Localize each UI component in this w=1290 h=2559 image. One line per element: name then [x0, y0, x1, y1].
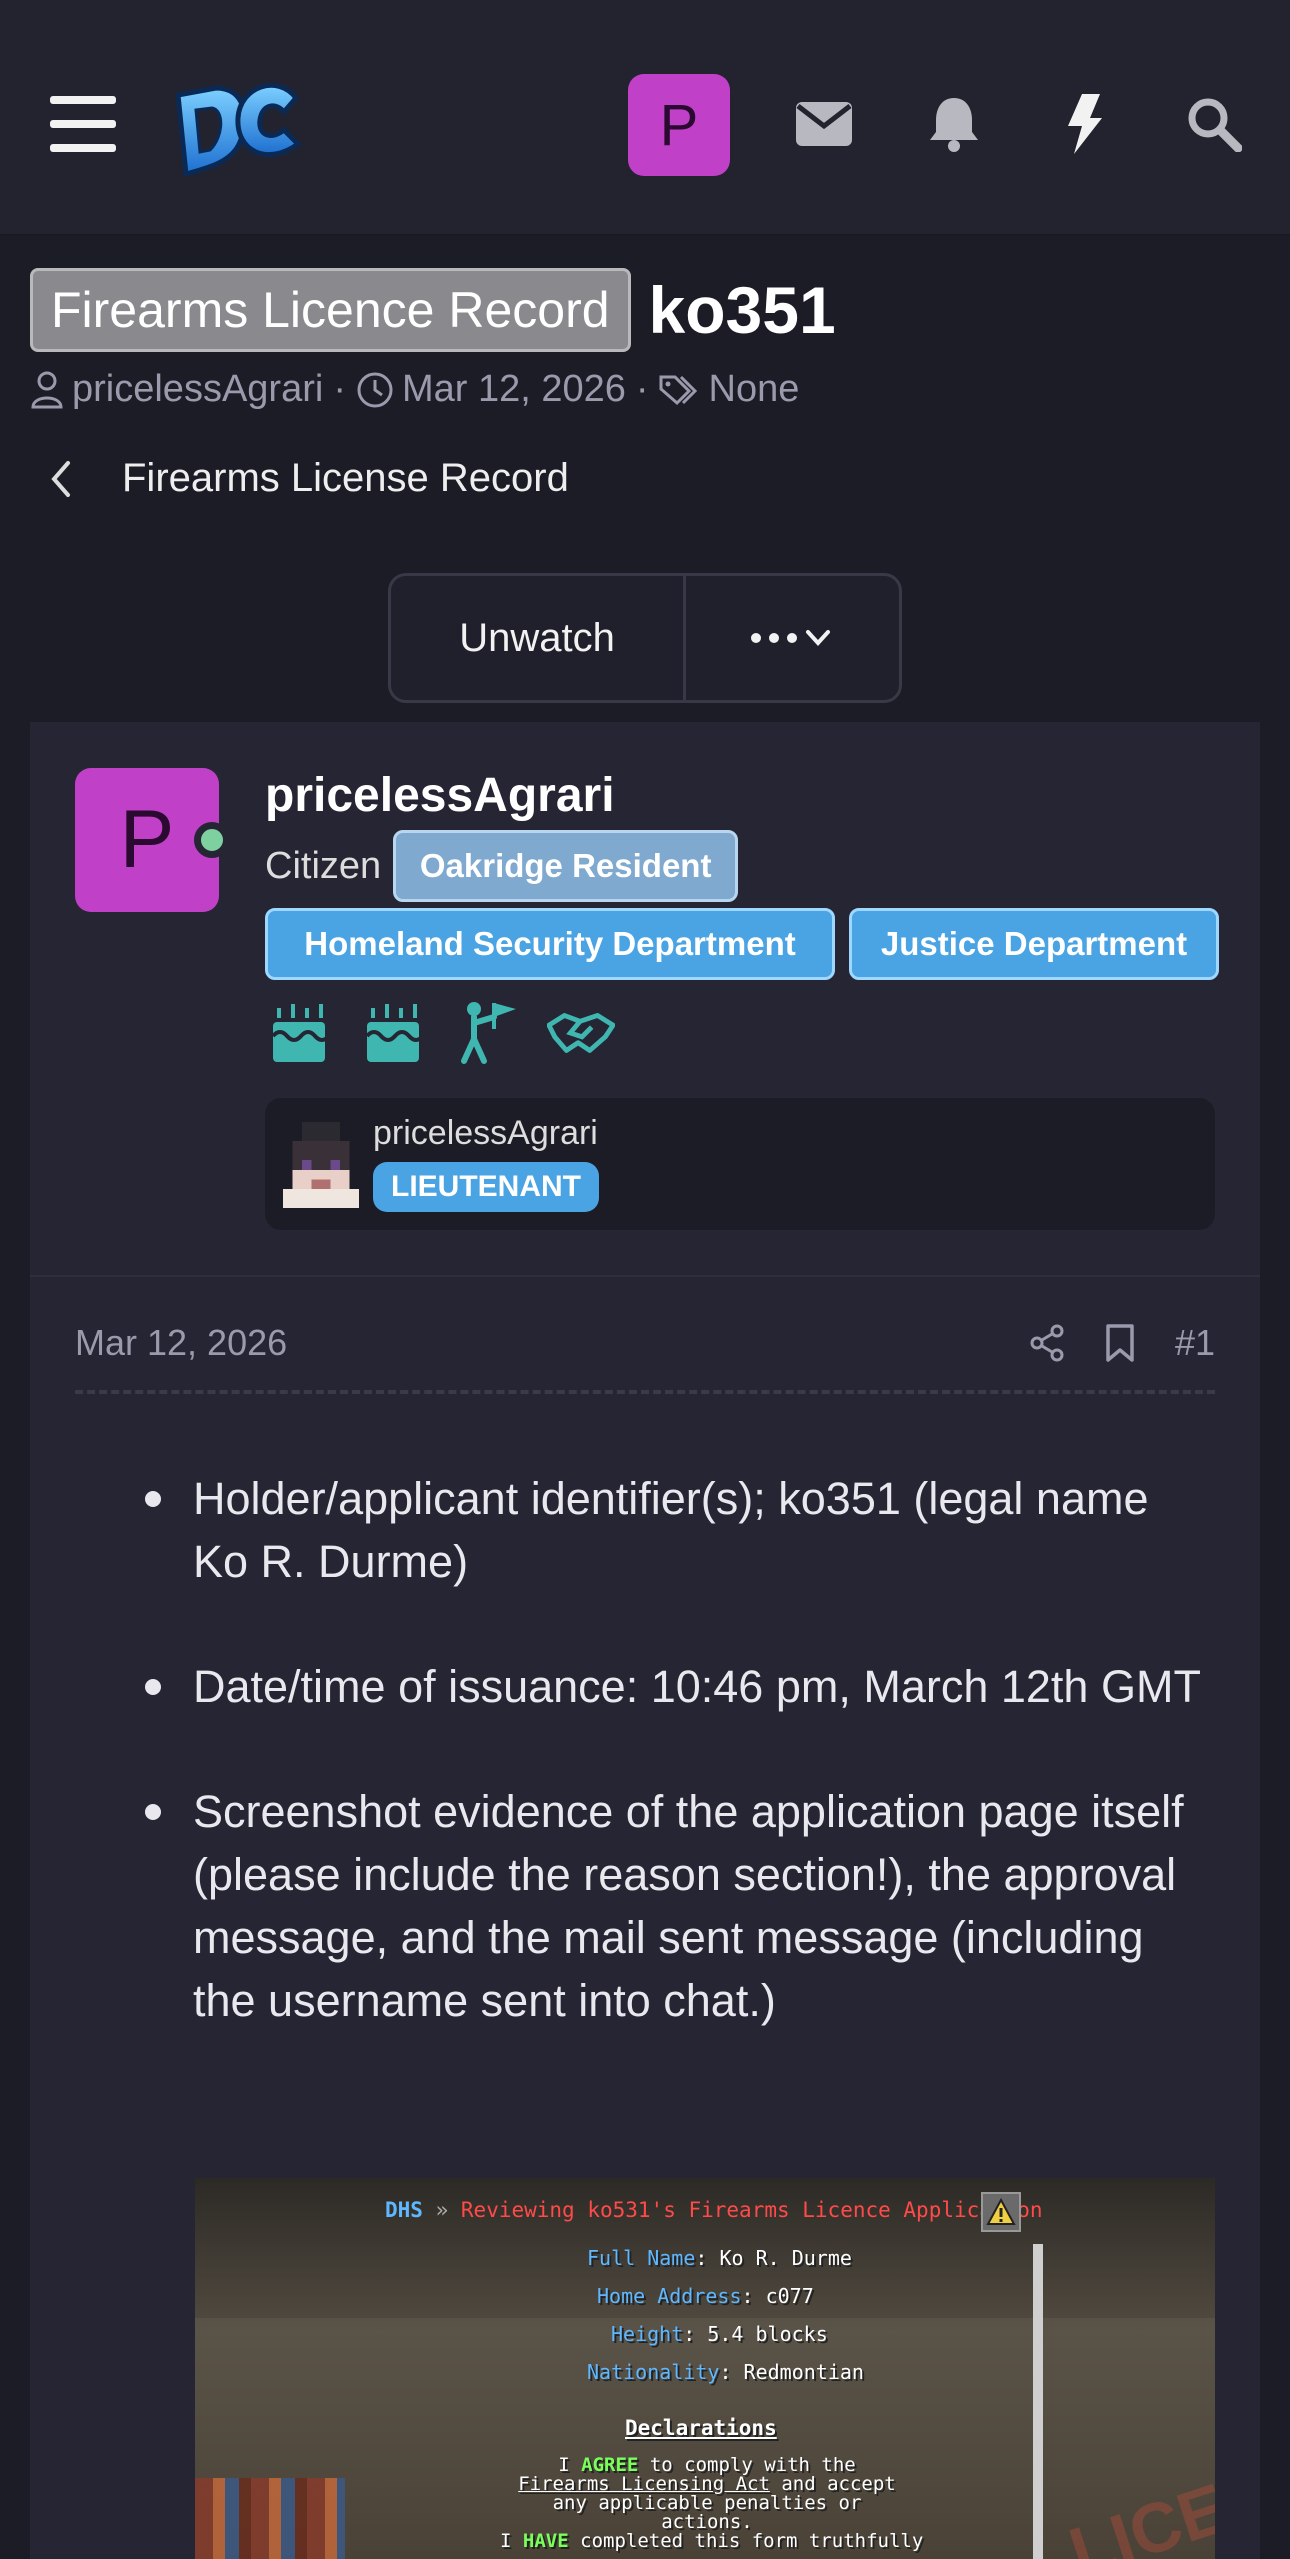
user-avatar[interactable]: P	[628, 74, 730, 176]
online-status-indicator	[194, 822, 230, 858]
post-body: Holder/applicant identifier(s); ko351 (l…	[75, 1467, 1215, 2032]
list-item: Holder/applicant identifier(s); ko351 (l…	[75, 1467, 1215, 1593]
top-navigation-bar: P	[0, 0, 1290, 236]
bullet-list: Holder/applicant identifier(s); ko351 (l…	[75, 1467, 1215, 2032]
tags-icon	[659, 375, 697, 405]
user-icon	[31, 371, 63, 408]
thread-actions: Unwatch	[388, 573, 902, 703]
chevron-left-icon	[51, 460, 70, 497]
screenshot-declaration-1: I AGREE to comply with the Firearms Lice…	[518, 2454, 896, 2533]
warning-icon	[981, 2192, 1021, 2232]
post-date[interactable]: Mar 12, 2026	[75, 1322, 989, 1364]
rank-badge: LIEUTENANT	[373, 1162, 599, 1212]
cake-icon[interactable]	[359, 998, 427, 1066]
minecraft-account-card[interactable]: pricelessAgrari LIEUTENANT	[265, 1098, 1215, 1230]
user-banner-justice: Justice Department	[849, 908, 1219, 980]
search-icon[interactable]	[1180, 90, 1248, 158]
mail-icon[interactable]	[790, 90, 858, 158]
breadcrumb-label[interactable]: Firearms License Record	[122, 456, 569, 501]
clock-icon	[357, 372, 393, 407]
handshake-icon[interactable]	[547, 998, 615, 1066]
lightning-icon[interactable]	[1050, 90, 1118, 158]
screenshot-field: Nationality: Redmontian	[587, 2360, 864, 2384]
post: P pricelessAgrari Citizen Oakridge Resid…	[30, 722, 1260, 2559]
screenshot-scrollbar	[1033, 2244, 1043, 2559]
screenshot-field: Home Address: c077	[597, 2284, 814, 2308]
screenshot-header: DHS » Reviewing ko531's Firearms Licence…	[385, 2198, 1043, 2222]
user-banners: Homeland Security Department Justice Dep…	[265, 908, 1233, 980]
screenshot-declaration-2: I HAVE completed this form truthfully	[500, 2530, 924, 2552]
screenshot-bg-text: LICENSE	[1060, 2424, 1215, 2559]
user-title: Citizen	[265, 844, 382, 887]
thread-title: ko351	[648, 273, 836, 347]
screenshot-declarations-heading: Declarations	[625, 2416, 777, 2440]
share-icon[interactable]	[1029, 1324, 1065, 1362]
post-meta-row: Mar 12, 2026 #1	[75, 1322, 1215, 1394]
bookmark-icon[interactable]	[1105, 1323, 1135, 1363]
meta-separator: ·	[635, 368, 649, 410]
user-banner-homeland: Homeland Security Department	[265, 908, 835, 980]
attached-screenshot[interactable]: LICENSE DHS » Reviewing ko531's Firearms…	[195, 2178, 1215, 2559]
cake-icon[interactable]	[265, 998, 333, 1066]
thread-author-link[interactable]: pricelessAgrari	[72, 368, 323, 411]
post-user-block: P pricelessAgrari Citizen Oakridge Resid…	[30, 722, 1260, 1277]
list-item: Screenshot evidence of the application p…	[75, 1780, 1215, 2032]
post-actions: #1	[989, 1322, 1215, 1364]
list-item: Date/time of issuance: 10:46 pm, March 1…	[75, 1655, 1215, 1718]
menu-icon[interactable]	[50, 96, 116, 152]
minecraft-username: pricelessAgrari	[373, 1114, 598, 1152]
thread-date[interactable]: Mar 12, 2026	[402, 368, 626, 411]
unwatch-button[interactable]: Unwatch	[391, 576, 686, 700]
bell-icon[interactable]	[920, 90, 988, 158]
thread-title-row: Firearms Licence Record ko351	[30, 268, 836, 352]
post-username[interactable]: pricelessAgrari	[265, 768, 615, 823]
thread-meta: pricelessAgrari · Mar 12, 2026 · None	[30, 368, 799, 411]
post-number-link[interactable]: #1	[1175, 1322, 1215, 1364]
user-banner-oakridge: Oakridge Resident	[393, 830, 739, 902]
more-icon	[750, 630, 830, 646]
more-options-button[interactable]	[686, 576, 899, 700]
minecraft-avatar	[281, 1122, 361, 1208]
trophy-icons	[265, 998, 641, 1066]
meta-separator: ·	[333, 368, 346, 410]
screenshot-bookshelf	[195, 2478, 345, 2559]
screenshot-field: Height: 5.4 blocks	[611, 2322, 828, 2346]
thread-tags: None	[708, 368, 800, 410]
user-title-row: Citizen Oakridge Resident	[265, 830, 739, 902]
screenshot-field: Full Name: Ko R. Durme	[587, 2246, 852, 2270]
flag-person-icon[interactable]	[453, 998, 521, 1066]
thread-prefix-label[interactable]: Firearms Licence Record	[30, 268, 631, 352]
site-logo[interactable]	[168, 70, 308, 185]
breadcrumb[interactable]: Firearms License Record	[50, 456, 569, 501]
